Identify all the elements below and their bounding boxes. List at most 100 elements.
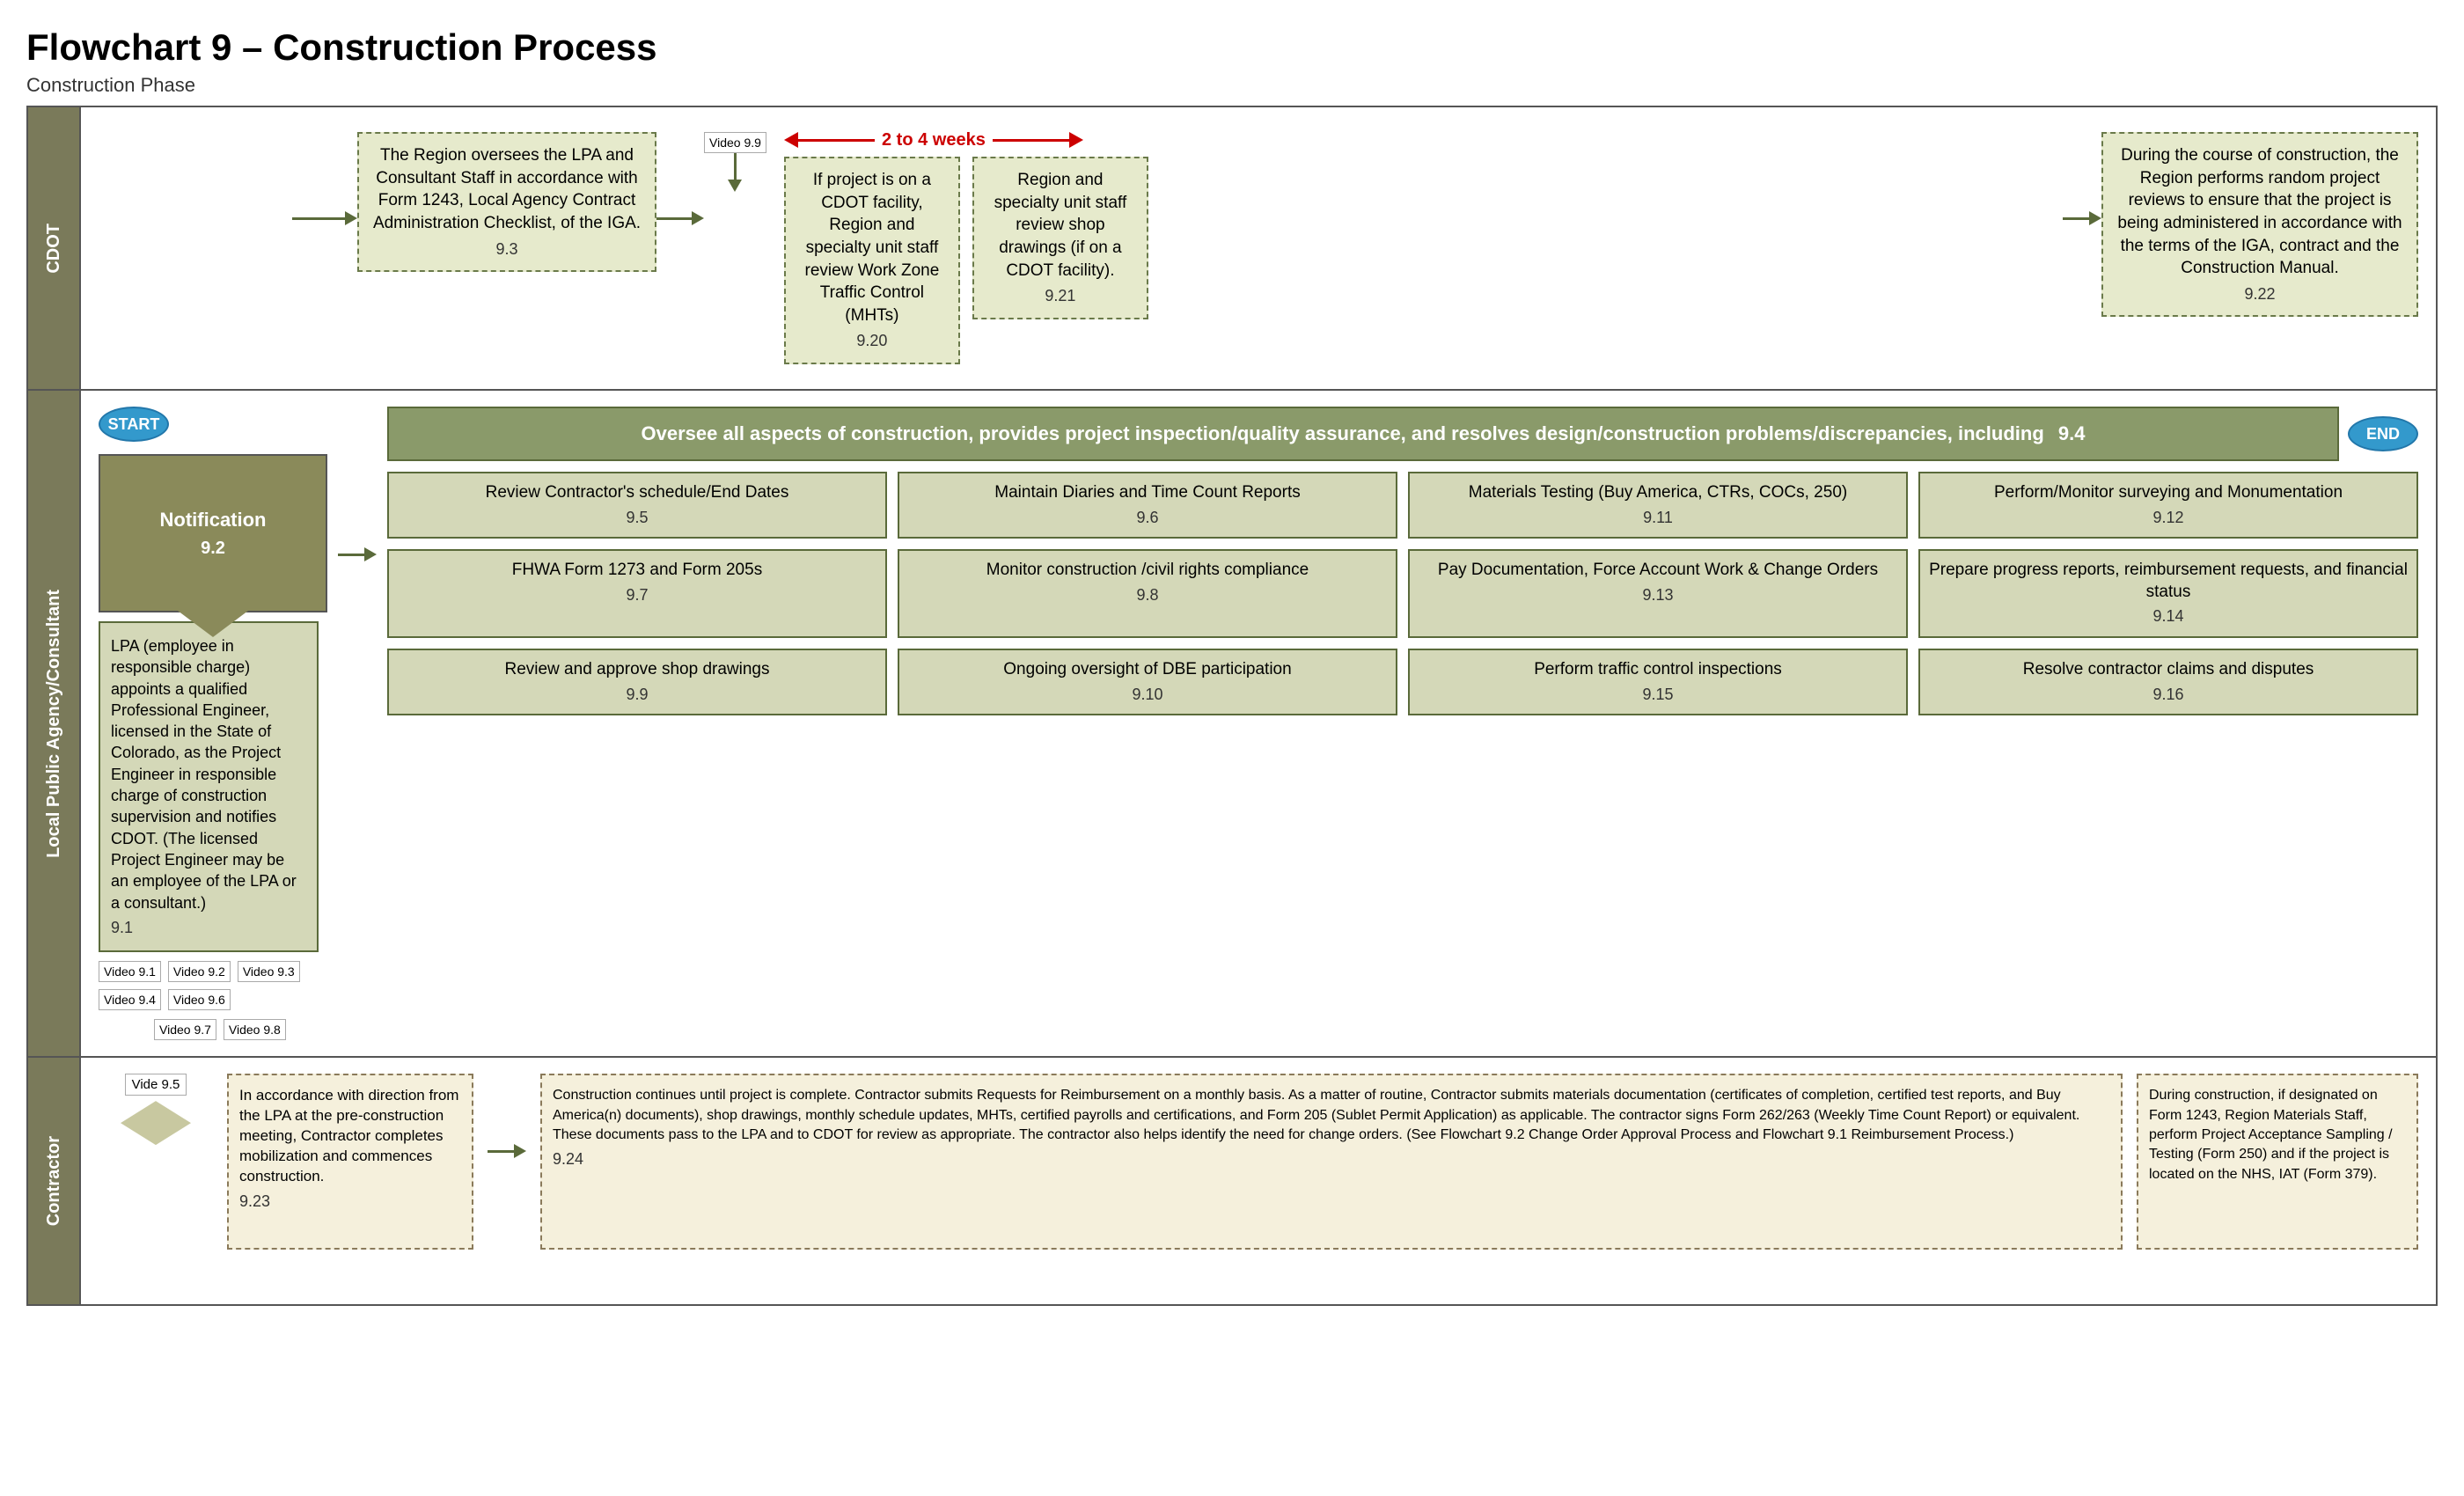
contractor-vid95[interactable]: Vide 9.5 xyxy=(125,1074,187,1096)
task-box-96[interactable]: Maintain Diaries and Time Count Reports … xyxy=(898,472,1397,539)
contractor-box923-text: In accordance with direction from the LP… xyxy=(239,1087,458,1184)
lpa-video-97[interactable]: Video 9.7 xyxy=(154,1019,216,1040)
lpa-box91-text: LPA (employee in responsible charge) app… xyxy=(111,637,297,912)
task-box-98[interactable]: Monitor construction /civil rights compl… xyxy=(898,549,1397,638)
end-button[interactable]: END xyxy=(2348,416,2418,451)
cdot-vert-line xyxy=(734,153,737,180)
cdot-box922-text: During the course of construction, the R… xyxy=(2117,146,2402,277)
oversee-num: 9.4 xyxy=(2058,422,2086,444)
oversee-text: Oversee all aspects of construction, pro… xyxy=(642,422,2044,444)
contractor-left: Vide 9.5 xyxy=(99,1074,213,1145)
start-button[interactable]: START xyxy=(99,407,169,442)
cdot-box93-num: 9.3 xyxy=(370,238,644,260)
cdot-video-down: Video 9.9 xyxy=(704,132,766,192)
cdot-box921-num: 9.21 xyxy=(985,285,1136,306)
contractor-box-923: In accordance with direction from the LP… xyxy=(227,1074,473,1250)
lpa-video-94[interactable]: Video 9.4 xyxy=(99,989,161,1010)
task-box-99[interactable]: Review and approve shop drawings 9.9 xyxy=(387,649,887,715)
task-box-910[interactable]: Ongoing oversight of DBE participation 9… xyxy=(898,649,1397,715)
cdot-lane: CDOT The Region oversees the LPA and Con… xyxy=(28,107,2436,391)
contractor-full-row: Vide 9.5 In accordance with direction fr… xyxy=(99,1074,2418,1250)
cdot-video99-badge: Video 9.9 xyxy=(704,132,766,153)
task-box-913[interactable]: Pay Documentation, Force Account Work & … xyxy=(1408,549,1908,638)
cdot-down-arrow xyxy=(728,180,742,192)
lpa-video-91[interactable]: Video 9.1 xyxy=(99,961,161,982)
task-913-num: 9.13 xyxy=(1419,585,1897,605)
contractor-box-right: During construction, if designated on Fo… xyxy=(2137,1074,2418,1250)
oversee-row: Oversee all aspects of construction, pro… xyxy=(387,407,2418,461)
task-box-95[interactable]: Review Contractor's schedule/End Dates 9… xyxy=(387,472,887,539)
lpa-left-col: START Notification 9.2 LPA (employee in xyxy=(99,407,327,1040)
task-911-text: Materials Testing (Buy America, CTRs, CO… xyxy=(1469,483,1847,502)
lpa-full-layout: START Notification 9.2 LPA (employee in xyxy=(99,407,2418,1040)
cdot-box-920: If project is on a CDOT facility, Region… xyxy=(784,157,960,364)
task-box-912[interactable]: Perform/Monitor surveying and Monumentat… xyxy=(1918,472,2418,539)
phase-label: Construction Phase xyxy=(26,74,2438,97)
lpa-video-92[interactable]: Video 9.2 xyxy=(168,961,231,982)
task-911-num: 9.11 xyxy=(1419,508,1897,528)
lpa-lane: Local Public Agency/Consultant START Not… xyxy=(28,391,2436,1058)
oversee-box: Oversee all aspects of construction, pro… xyxy=(387,407,2339,461)
cdot-lane-content: The Region oversees the LPA and Consulta… xyxy=(81,107,2436,389)
lpa-video-93[interactable]: Video 9.3 xyxy=(238,961,300,982)
lpa-box-91: LPA (employee in responsible charge) app… xyxy=(99,621,319,952)
cdot-box93-text: The Region oversees the LPA and Consulta… xyxy=(373,146,641,232)
task-box-916[interactable]: Resolve contractor claims and disputes 9… xyxy=(1918,649,2418,715)
cdot-lane-label: CDOT xyxy=(44,224,64,274)
lpa-lane-label-wrap: Local Public Agency/Consultant xyxy=(28,391,81,1056)
contractor-lane-label-wrap: Contractor xyxy=(28,1058,81,1304)
lpa-right-block: Oversee all aspects of construction, pro… xyxy=(387,407,2418,715)
contractor-box924-num: 9.24 xyxy=(553,1148,2110,1170)
task-98-text: Monitor construction /civil rights compl… xyxy=(986,561,1309,579)
cdot-box-922: During the course of construction, the R… xyxy=(2101,132,2418,317)
task-915-num: 9.15 xyxy=(1419,685,1897,705)
task-box-914[interactable]: Prepare progress reports, reimbursement … xyxy=(1918,549,2418,638)
lpa-video-row1: Video 9.1 Video 9.2 Video 9.3 Video 9.4 … xyxy=(99,961,327,1010)
tasks-grid: Review Contractor's schedule/End Dates 9… xyxy=(387,472,2418,715)
task-98-num: 9.8 xyxy=(908,585,1387,605)
notification-label: Notification xyxy=(160,509,267,532)
task-99-num: 9.9 xyxy=(398,685,876,705)
end-label: END xyxy=(2366,425,2400,444)
task-box-911[interactable]: Materials Testing (Buy America, CTRs, CO… xyxy=(1408,472,1908,539)
task-99-text: Review and approve shop drawings xyxy=(504,660,769,678)
red-right-arrow xyxy=(1069,132,1083,148)
lpa-to-oversee-arrow xyxy=(338,547,377,561)
contractor-arrow1 xyxy=(488,1144,526,1158)
task-916-num: 9.16 xyxy=(1929,685,2408,705)
task-910-text: Ongoing oversight of DBE participation xyxy=(1003,660,1291,678)
cdot-arrow3 xyxy=(2063,211,2101,225)
task-910-num: 9.10 xyxy=(908,685,1387,705)
task-916-text: Resolve contractor claims and disputes xyxy=(2023,660,2314,678)
lpa-video-96[interactable]: Video 9.6 xyxy=(168,989,231,1010)
contractor-box924-text: Construction continues until project is … xyxy=(553,1088,2079,1142)
task-96-num: 9.6 xyxy=(908,508,1387,528)
red-line: 2 to 4 weeks xyxy=(798,139,1069,142)
cdot-notification-space xyxy=(99,132,292,343)
notification-num: 9.2 xyxy=(201,539,225,559)
cdot-box921-text: Region and specialty unit staff review s… xyxy=(994,171,1127,280)
contractor-lane: Contractor Vide 9.5 In accordance with d… xyxy=(28,1058,2436,1304)
task-97-text: FHWA Form 1273 and Form 205s xyxy=(512,561,762,579)
cdot-arrow1 xyxy=(292,211,357,225)
cdot-box920-text: If project is on a CDOT facility, Region… xyxy=(805,171,940,325)
task-95-num: 9.5 xyxy=(398,508,876,528)
contractor-lane-label: Contractor xyxy=(44,1136,64,1226)
task-box-97[interactable]: FHWA Form 1273 and Form 205s 9.7 xyxy=(387,549,887,638)
lpa-start-row: START xyxy=(99,407,327,442)
contractor-box923-num: 9.23 xyxy=(239,1191,461,1212)
lpa-video-98[interactable]: Video 9.8 xyxy=(224,1019,286,1040)
cdot-box920-num: 9.20 xyxy=(796,330,948,351)
task-915-text: Perform traffic control inspections xyxy=(1534,660,1782,678)
contractor-box-924: Construction continues until project is … xyxy=(540,1074,2123,1250)
weeks-label: 2 to 4 weeks xyxy=(875,130,993,150)
cdot-arrow2 xyxy=(656,211,704,225)
contractor-box-right-text: During construction, if designated on Fo… xyxy=(2149,1088,2393,1182)
cdot-box-920-921-row: If project is on a CDOT facility, Region… xyxy=(784,157,2063,364)
red-left-arrow xyxy=(784,132,798,148)
task-913-text: Pay Documentation, Force Account Work & … xyxy=(1438,561,1878,579)
task-box-915[interactable]: Perform traffic control inspections 9.15 xyxy=(1408,649,1908,715)
flowchart-container: CDOT The Region oversees the LPA and Con… xyxy=(26,106,2438,1306)
cdot-box-93: The Region oversees the LPA and Consulta… xyxy=(357,132,656,272)
cdot-box-921: Region and specialty unit staff review s… xyxy=(972,157,1148,364)
